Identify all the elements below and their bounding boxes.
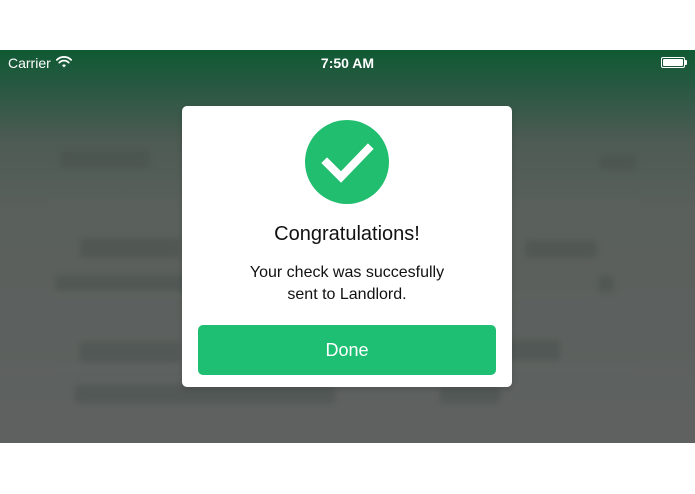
background-placeholder — [80, 238, 180, 258]
dialog-message-line: sent to Landlord. — [287, 286, 407, 303]
background-placeholder — [440, 385, 500, 403]
background-placeholder — [55, 275, 185, 291]
battery-body — [661, 57, 685, 68]
background-placeholder — [60, 150, 150, 168]
background-placeholder — [80, 342, 180, 362]
device-frame: Carrier 7:50 AM Congratulations! Your ch… — [0, 0, 695, 494]
dialog-title: Congratulations! — [274, 223, 420, 245]
done-button[interactable]: Done — [198, 325, 496, 375]
checkmark-circle-icon — [305, 120, 389, 204]
dialog-message: Your check was succesfully sent to Landl… — [222, 262, 472, 306]
dialog-message-line: Your check was succesfully — [249, 264, 445, 281]
battery-fill — [663, 59, 683, 66]
background-placeholder — [75, 385, 335, 403]
app-screen: Carrier 7:50 AM Congratulations! Your ch… — [0, 50, 695, 443]
battery-icon — [661, 57, 687, 68]
background-placeholder — [598, 276, 614, 292]
status-time: 7:50 AM — [320, 55, 375, 71]
status-bar: Carrier 7:50 AM — [0, 50, 695, 76]
background-placeholder — [600, 155, 636, 169]
success-dialog: Congratulations! Your check was succesfu… — [182, 106, 512, 387]
battery-tip — [685, 60, 687, 65]
background-placeholder — [525, 240, 597, 258]
